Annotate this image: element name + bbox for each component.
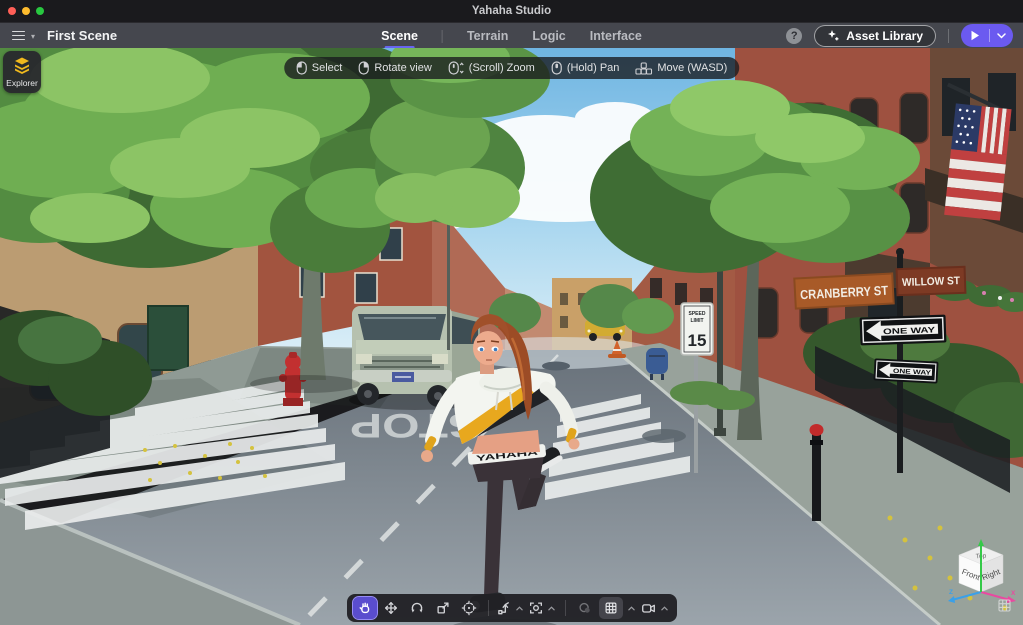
tab-divider — [441, 29, 443, 43]
mode-tabs: Scene Terrain Logic Interface — [381, 23, 642, 49]
mouse-right-click-icon — [358, 61, 369, 75]
chevron-down-icon — [997, 32, 1006, 39]
tab-logic[interactable]: Logic — [532, 23, 565, 49]
mouse-hold-icon — [551, 61, 562, 75]
menubar-left: ▾ First Scene — [0, 28, 117, 43]
z-axis-label: Z — [949, 589, 953, 596]
main-menu-button[interactable] — [12, 30, 25, 41]
path-tool-button[interactable] — [496, 597, 526, 619]
play-icon — [971, 30, 979, 41]
hint-zoom-label: (Scroll) Zoom — [468, 62, 535, 74]
mouse-left-click-icon — [296, 61, 307, 75]
yahaha-studio-window: Yahaha Studio ▾ First Scene Scene Terrai… — [0, 0, 1023, 625]
menubar-right: ? Asset Library — [786, 24, 1023, 47]
play-button[interactable] — [961, 30, 989, 41]
toolbar-divider — [487, 600, 489, 616]
rotate-icon — [410, 602, 423, 613]
hand-tool-button[interactable] — [351, 596, 378, 620]
tab-interface-label: Interface — [589, 29, 642, 43]
path-options-chevron[interactable] — [513, 597, 526, 619]
scale-tool-button[interactable] — [431, 597, 455, 619]
menubar-divider — [948, 28, 949, 43]
speed-limit-line1: SPEED — [689, 311, 706, 317]
window-title: Yahaha Studio — [471, 5, 552, 17]
chevron-up-icon — [627, 605, 635, 610]
viewport[interactable]: STOP SPEED LIMIT 15 CRANBERRY ST WILLOW … — [0, 48, 1023, 625]
tab-terrain-label: Terrain — [466, 29, 509, 43]
layers-stack-icon — [15, 57, 29, 74]
focus-tool-button[interactable] — [528, 597, 558, 619]
grid-icon — [605, 602, 616, 614]
z-axis — [951, 591, 982, 601]
hint-pan-label: (Hold) Pan — [566, 62, 620, 74]
help-button[interactable]: ? — [786, 27, 803, 44]
snap-tool-button[interactable] — [573, 597, 597, 619]
grid-tool-button[interactable] — [598, 597, 623, 619]
camera-icon — [641, 604, 655, 613]
hint-select: Select — [296, 61, 343, 75]
mini-grid-icon[interactable] — [997, 598, 1012, 613]
chevron-up-icon — [515, 605, 523, 610]
move-icon — [384, 602, 397, 614]
scene-title: First Scene — [47, 28, 118, 43]
hint-move: Move (WASD) — [635, 61, 728, 75]
scale-icon — [436, 602, 449, 614]
focus-options-chevron[interactable] — [545, 597, 558, 619]
focus-icon — [529, 602, 542, 614]
hint-pan: (Hold) Pan — [551, 61, 620, 75]
wasd-keys-icon — [635, 61, 653, 75]
camera-tool-button[interactable] — [640, 597, 671, 619]
mouse-scroll-icon — [448, 61, 464, 75]
tab-interface[interactable]: Interface — [590, 23, 642, 49]
hint-move-label: Move (WASD) — [657, 62, 728, 74]
tab-scene[interactable]: Scene — [381, 23, 418, 49]
grid-options-chevron[interactable] — [625, 597, 638, 619]
transform-tool-button[interactable] — [457, 597, 481, 619]
willow-st-label: WILLOW ST — [902, 275, 961, 289]
move-tool-button[interactable] — [379, 597, 403, 619]
rotate-tool-button[interactable] — [405, 597, 429, 619]
hint-zoom: (Scroll) Zoom — [448, 61, 535, 75]
tab-scene-label: Scene — [381, 29, 418, 43]
willow-st-sign[interactable]: WILLOW ST — [895, 265, 967, 297]
explorer-panel-button[interactable]: Explorer — [3, 51, 41, 93]
speed-limit-value: 15 — [688, 331, 707, 350]
speed-limit-line2: LIMIT — [690, 318, 703, 324]
cranberry-st-sign[interactable]: CRANBERRY ST — [793, 272, 895, 310]
sparkle-plus-icon — [828, 30, 839, 41]
tab-logic-label: Logic — [532, 29, 566, 43]
play-split-button — [961, 24, 1013, 47]
hand-icon — [358, 602, 369, 614]
transform-toolbar — [346, 594, 677, 622]
asset-library-button[interactable]: Asset Library — [814, 24, 936, 47]
menubar: ▾ First Scene Scene Terrain Logic Interf… — [0, 22, 1023, 48]
one-way-sign-bottom[interactable]: ONE WAY — [873, 358, 939, 384]
one-way-top-label: ONE WAY — [883, 325, 936, 336]
hint-rotate-view-label: Rotate view — [374, 62, 432, 74]
toolbar-divider — [564, 600, 566, 616]
x-axis-label: X — [1011, 590, 1016, 597]
path-icon — [497, 602, 509, 615]
hint-rotate-view: Rotate view — [358, 61, 432, 75]
viewport-hint-toolbar: Select Rotate view (Scroll) Zoom (Hold) … — [283, 57, 740, 79]
asset-library-label: Asset Library — [846, 28, 923, 43]
explorer-label: Explorer — [6, 78, 38, 88]
snap-icon — [578, 602, 590, 613]
hint-select-label: Select — [311, 62, 343, 74]
camera-options-chevron[interactable] — [658, 597, 671, 619]
chevron-up-icon — [660, 605, 668, 610]
tab-terrain[interactable]: Terrain — [467, 23, 508, 49]
chevron-up-icon — [547, 605, 555, 610]
green-door — [147, 305, 189, 371]
scene-canvas[interactable]: STOP SPEED LIMIT 15 CRANBERRY ST WILLOW … — [0, 48, 1023, 625]
play-options-button[interactable] — [990, 32, 1013, 39]
menu-chevron-down-icon[interactable]: ▾ — [31, 32, 35, 41]
one-way-sign-top[interactable]: ONE WAY — [859, 314, 947, 346]
transform-icon — [461, 600, 476, 616]
titlebar: Yahaha Studio — [0, 0, 1023, 22]
